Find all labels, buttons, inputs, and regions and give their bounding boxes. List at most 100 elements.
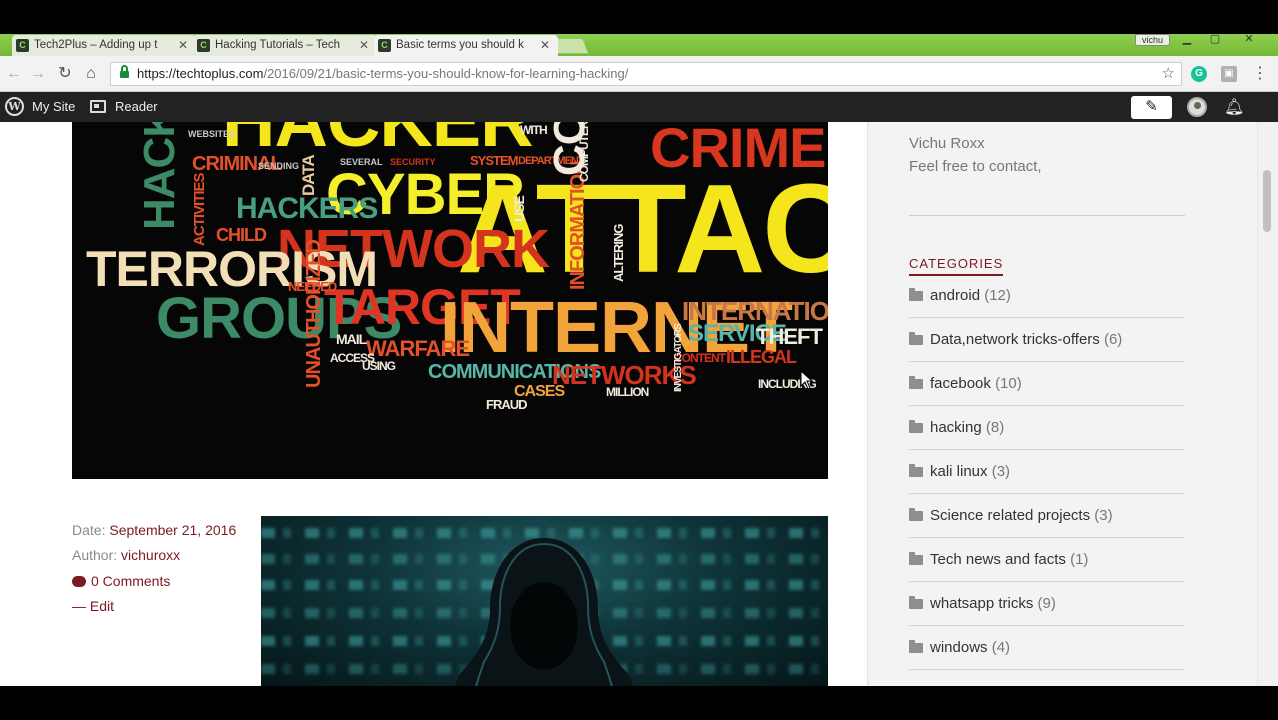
word: INVESTIGATORS [673, 324, 684, 392]
tab-basic-terms[interactable]: C Basic terms you should k ✕ [374, 35, 558, 56]
url-host: https://techtoplus.com [137, 66, 264, 81]
my-site-link[interactable]: My Site [32, 99, 75, 117]
screen-frame: C Tech2Plus – Adding up t ✕ C Hacking Tu… [0, 0, 1278, 720]
category-link[interactable]: hacking [930, 419, 982, 436]
window-close-icon[interactable]: ✕ [1236, 34, 1262, 46]
category-count: (8) [985, 419, 1005, 436]
word: HACKING [135, 122, 184, 230]
word: WEBSITES [188, 129, 236, 139]
word: ALTERING [611, 224, 626, 282]
category-item[interactable]: Data,network tricks-offers (6) [909, 318, 1185, 362]
browser-toolbar: ← → ↻ ⌂ https://techtoplus.com/2016/09/2… [0, 56, 1278, 92]
word: THEFT [756, 324, 823, 349]
folder-icon [909, 464, 923, 477]
post-comments[interactable]: 0 Comments [72, 573, 170, 589]
word: CHILD [216, 225, 267, 245]
reader-icon[interactable] [90, 100, 106, 113]
post-date-link[interactable]: September 21, 2016 [109, 522, 236, 538]
address-bar[interactable]: https://techtoplus.com/2016/09/21/basic-… [110, 62, 1182, 86]
category-link[interactable]: android [930, 287, 980, 304]
word: FRAUD [486, 397, 527, 412]
category-link[interactable]: Science related projects [930, 507, 1090, 524]
word: WARFARE [366, 336, 470, 361]
wordpress-admin-bar: W My Site Reader ✎ 🔔︎ [0, 92, 1278, 122]
reader-link[interactable]: Reader [115, 99, 158, 117]
mouse-cursor-icon [800, 370, 814, 390]
word: COM [545, 122, 594, 176]
word: ILLEGAL [726, 347, 797, 367]
category-count: (12) [984, 287, 1011, 304]
folder-icon [909, 332, 923, 345]
category-link[interactable]: Tech news and facts [930, 551, 1066, 568]
wordpress-logo-icon[interactable]: W [5, 97, 24, 116]
post-edit[interactable]: — Edit [72, 598, 114, 614]
word: USE [511, 196, 527, 222]
page-content: HACKER CRIME CYBER ATTACK NETWORK TERROR… [0, 122, 1278, 686]
word: HACKERS [236, 192, 378, 225]
word: ACTIVITIES [191, 173, 208, 246]
categories-title: CATEGORIES [909, 256, 1004, 276]
category-item[interactable]: Tech news and facts (1) [909, 538, 1185, 582]
word: DATA [299, 155, 318, 196]
lock-icon [120, 65, 129, 79]
edit-link[interactable]: — Edit [72, 598, 114, 614]
reload-icon[interactable]: ↻ [55, 64, 75, 84]
browser-tab-strip: C Tech2Plus – Adding up t ✕ C Hacking Tu… [0, 34, 1278, 56]
tab-tech2plus[interactable]: C Tech2Plus – Adding up t ✕ [12, 35, 196, 56]
word: SEVERAL [340, 157, 383, 167]
avatar[interactable] [1187, 97, 1207, 117]
category-link[interactable]: windows [930, 639, 988, 656]
category-count: (9) [1037, 595, 1056, 612]
back-icon[interactable]: ← [4, 64, 24, 84]
tab-close-icon[interactable]: ✕ [359, 38, 369, 52]
home-icon[interactable]: ⌂ [81, 64, 101, 84]
word: USING [362, 359, 396, 373]
profile-button[interactable]: vichu [1134, 34, 1170, 46]
extension-icon[interactable]: ▣ [1221, 66, 1237, 82]
post-author-link[interactable]: vichuroxx [121, 547, 180, 563]
tab-close-icon[interactable]: ✕ [540, 38, 550, 52]
category-item[interactable]: whatsapp tricks (9) [909, 582, 1185, 626]
menu-icon[interactable]: ⋮ [1250, 64, 1270, 84]
category-link[interactable]: facebook [930, 375, 991, 392]
word: UNAUTHORIZED [303, 240, 325, 388]
about-author-text: Feel free to contact, [909, 158, 1042, 175]
hooded-figure [454, 538, 634, 686]
tab-close-icon[interactable]: ✕ [178, 38, 188, 52]
category-item[interactable]: windows (4) [909, 626, 1185, 670]
category-item[interactable]: Science related projects (3) [909, 494, 1185, 538]
forward-icon[interactable]: → [28, 64, 48, 84]
tab-favicon-icon: C [197, 39, 210, 52]
category-link[interactable]: kali linux [930, 463, 988, 480]
category-count: (3) [991, 463, 1011, 480]
scrollbar-thumb[interactable] [1263, 170, 1271, 232]
post-author: Author: vichuroxx [72, 547, 180, 563]
category-link[interactable]: Data,network tricks-offers [930, 331, 1100, 348]
grammarly-extension-icon[interactable]: G [1191, 66, 1207, 82]
write-icon[interactable]: ✎ [1131, 96, 1172, 119]
folder-icon [909, 288, 923, 301]
maximize-icon[interactable]: ▢ [1202, 34, 1228, 46]
category-link[interactable]: whatsapp tricks [930, 595, 1033, 612]
category-item[interactable]: facebook (10) [909, 362, 1185, 406]
categories-list: android (12) Data,network tricks-offers … [909, 274, 1185, 670]
page-scrollbar[interactable] [1257, 122, 1278, 686]
category-count: (6) [1103, 331, 1123, 348]
comments-link[interactable]: 0 Comments [91, 573, 170, 589]
tab-hacking-tutorials[interactable]: C Hacking Tutorials – Tech ✕ [193, 35, 377, 56]
star-icon[interactable]: ☆ [1162, 63, 1175, 85]
category-count: (10) [995, 375, 1022, 392]
post-author-label: Author: [72, 547, 118, 563]
category-item[interactable]: kali linux (3) [909, 450, 1185, 494]
category-item[interactable]: hacking (8) [909, 406, 1185, 450]
minimize-icon[interactable]: ▁ [1174, 34, 1200, 46]
folder-icon [909, 596, 923, 609]
featured-image-wordcloud: HACKER CRIME CYBER ATTACK NETWORK TERROR… [72, 122, 828, 479]
category-item[interactable]: android (12) [909, 274, 1185, 318]
category-count: (3) [1094, 507, 1113, 524]
divider [909, 215, 1185, 216]
folder-icon [909, 420, 923, 433]
notifications-icon[interactable]: 🔔︎ [1224, 97, 1244, 117]
about-author-name: Vichu Roxx [909, 135, 985, 152]
bottom-letterbox [0, 686, 1278, 720]
